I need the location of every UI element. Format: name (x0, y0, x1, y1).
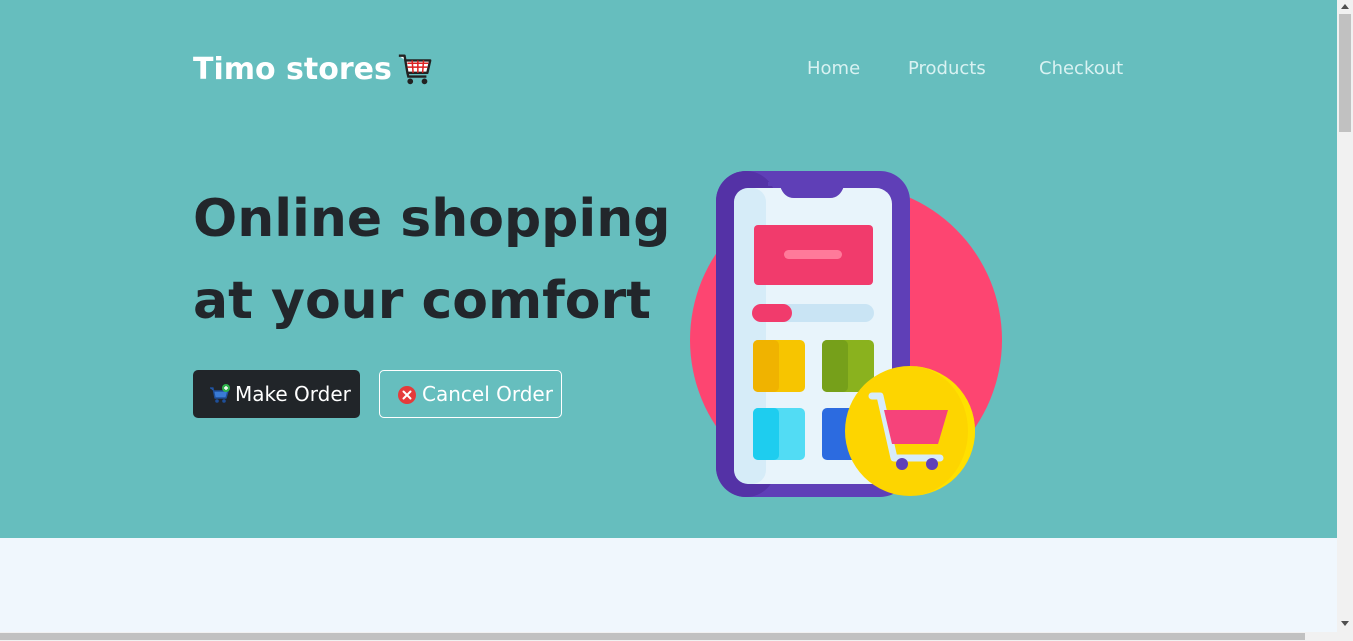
cancel-order-button[interactable]: Cancel Order (379, 370, 562, 418)
hero-headline: Online shopping at your comfort (193, 178, 670, 342)
scroll-up-icon[interactable] (1341, 4, 1349, 9)
headline-line-1: Online shopping (193, 189, 671, 249)
make-order-label: Make Order (235, 382, 351, 406)
nav-products[interactable]: Products (908, 58, 1039, 79)
shopping-cart-icon (398, 54, 432, 85)
horizontal-scroll-thumb[interactable] (0, 633, 1305, 640)
headline-line-2: at your comfort (193, 271, 652, 331)
brand-name: Timo stores (193, 51, 392, 87)
brand-logo[interactable]: Timo stores (193, 50, 434, 88)
cart-add-icon (210, 384, 230, 403)
nav-home[interactable]: Home (807, 58, 908, 79)
make-order-button[interactable]: Make Order (193, 370, 360, 418)
horizontal-scrollbar[interactable] (0, 632, 1337, 641)
main-nav: Home Products Checkout (807, 58, 1123, 79)
hero-section: Timo stores Home Products Checkout Onlin… (0, 0, 1337, 538)
phone-shopping-illustration (690, 171, 1002, 497)
vertical-scroll-thumb[interactable] (1339, 14, 1351, 132)
cancel-order-label: Cancel Order (422, 382, 553, 406)
vertical-scrollbar[interactable] (1337, 0, 1353, 641)
nav-checkout[interactable]: Checkout (1039, 58, 1123, 79)
cancel-x-icon (398, 386, 416, 404)
scroll-down-icon[interactable] (1341, 621, 1349, 626)
